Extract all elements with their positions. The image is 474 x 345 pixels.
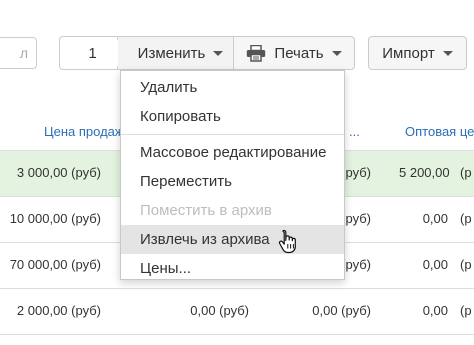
wholesale-value: 0,00 xyxy=(422,303,448,318)
wholesale-suffix: (р xyxy=(460,165,472,180)
edit-dropdown-button[interactable]: Изменить xyxy=(118,36,233,70)
wholesale-suffix: (р xyxy=(460,257,472,272)
price-value: 10 000,00 (руб) xyxy=(9,211,101,226)
search-input[interactable]: л xyxy=(0,37,37,69)
menu-divider xyxy=(121,134,344,135)
import-dropdown-button[interactable]: Импорт xyxy=(368,36,467,70)
cell-value: (руб) xyxy=(341,211,371,226)
cell-value: 0,00 (руб) xyxy=(190,303,249,318)
counter-value: 1 xyxy=(88,44,97,62)
column-header-wholesale[interactable]: Оптовая це xyxy=(405,124,474,139)
wholesale-suffix: (р xyxy=(460,211,472,226)
cell-value: 0,00 (руб) xyxy=(312,303,371,318)
menu-item-copy[interactable]: Копировать xyxy=(121,102,344,131)
menu-item-unarchive[interactable]: Извлечь из архива xyxy=(121,225,344,254)
menu-item-bulk-edit[interactable]: Массовое редактирование xyxy=(121,138,344,167)
menu-item-delete[interactable]: Удалить xyxy=(121,73,344,102)
cell-value: (руб) xyxy=(341,257,371,272)
caret-down-icon xyxy=(442,50,453,56)
edit-dropdown-menu: Удалить Копировать Массовое редактирован… xyxy=(120,70,345,280)
wholesale-suffix: (р xyxy=(460,303,472,318)
caret-down-icon xyxy=(213,50,224,56)
menu-item-move[interactable]: Переместить xyxy=(121,167,344,196)
table-row[interactable]: 2 000,00 (руб) 0,00 (руб) 0,00 (руб) 0,0… xyxy=(0,289,474,335)
menu-item-prices[interactable]: Цены... xyxy=(121,254,344,283)
wholesale-value: 0,00 xyxy=(422,211,448,226)
print-label: Печать xyxy=(274,44,324,62)
edit-label: Изменить xyxy=(137,44,206,62)
print-dropdown-button[interactable]: Печать xyxy=(233,36,355,70)
search-placeholder: л xyxy=(19,45,28,61)
column-header-price[interactable]: Цена продаж xyxy=(44,124,124,139)
print-icon xyxy=(247,44,266,62)
hand-pointer-icon xyxy=(278,229,296,254)
column-header-hidden[interactable]: ... xyxy=(349,124,360,139)
cell-value: (руб) xyxy=(341,165,371,180)
price-value: 2 000,00 (руб) xyxy=(16,303,101,318)
price-value: 70 000,00 (руб) xyxy=(9,257,101,272)
wholesale-value: 0,00 xyxy=(422,257,448,272)
import-label: Импорт xyxy=(382,44,435,62)
caret-down-icon xyxy=(331,50,342,56)
price-value: 3 000,00 (руб) xyxy=(16,165,101,180)
menu-item-archive: Поместить в архив xyxy=(140,202,272,219)
wholesale-value: 5 200,00 xyxy=(399,165,450,180)
